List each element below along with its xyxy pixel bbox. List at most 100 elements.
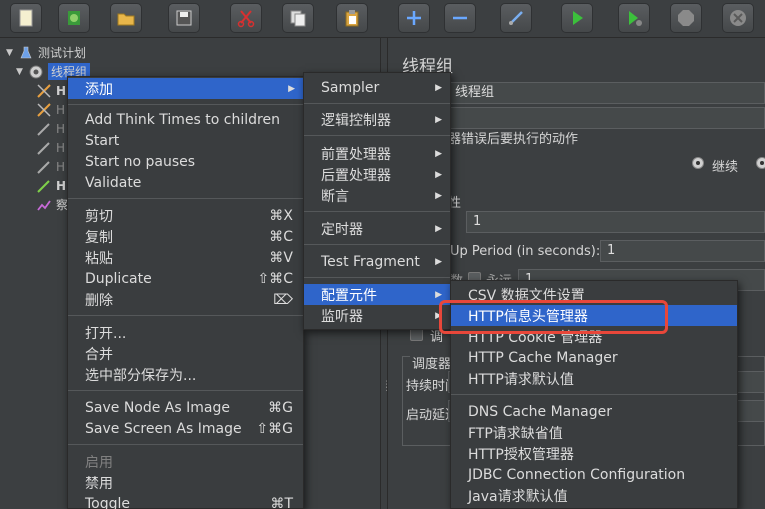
menu-item-label: Test Fragment [321, 253, 420, 270]
menu-item-copy[interactable]: 复制 ⌘C [68, 226, 303, 247]
menu-item-assertions[interactable]: 断言 ▶ [304, 185, 450, 206]
tree-child[interactable]: H [36, 120, 65, 137]
menu-item-delete[interactable]: 删除 ⌦ [68, 289, 303, 310]
menu-item-post-processors[interactable]: 后置处理器 ▶ [304, 164, 450, 185]
separator [68, 444, 303, 445]
menu-item-add[interactable]: 添加 ▶ [68, 78, 303, 99]
menu-item-label: 复制 [85, 229, 113, 246]
open-icon[interactable] [110, 3, 142, 33]
menu-item-label: Start no pauses [85, 153, 196, 170]
menu-item-java-request-defaults[interactable]: Java请求默认值 [451, 485, 737, 506]
continue-radio[interactable] [692, 157, 704, 169]
expand-arrow-icon[interactable]: ▼ [16, 67, 28, 77]
separator [304, 135, 450, 136]
tree-child-label: H [56, 83, 67, 98]
menu-item-timer[interactable]: 定时器 ▶ [304, 218, 450, 239]
menu-item-listener[interactable]: 监听器 ▶ [304, 305, 450, 326]
shutdown-icon[interactable] [722, 3, 754, 33]
pipette-icon [36, 121, 52, 137]
menu-item-ftp-request-defaults[interactable]: FTP请求缺省值 [451, 422, 737, 443]
tree-child[interactable]: 察 [36, 196, 68, 213]
context-menu: 添加 ▶ Add Think Times to children Start S… [67, 76, 304, 509]
copy-icon[interactable] [282, 3, 314, 33]
separator [68, 104, 303, 105]
toolbar [0, 0, 765, 38]
tree-child[interactable]: H [36, 82, 66, 99]
separator [68, 390, 303, 391]
collapse-icon[interactable] [444, 3, 476, 33]
menu-item-jdbc-connection-config[interactable]: JDBC Connection Configuration [451, 464, 737, 485]
menu-item-label: HTTP信息头管理器 [468, 308, 588, 325]
menu-item-label: 选中部分保存为... [85, 367, 197, 384]
rampup-input[interactable]: 1 [600, 240, 765, 262]
menu-item-http-header-manager[interactable]: HTTP信息头管理器 [451, 305, 737, 326]
menu-item-dns-cache-manager[interactable]: DNS Cache Manager [451, 401, 737, 422]
separator [68, 198, 303, 199]
menu-item-add-think-times[interactable]: Add Think Times to children [68, 109, 303, 130]
menu-item-paste[interactable]: 粘贴 ⌘V [68, 247, 303, 268]
menu-item-csv-data-set[interactable]: CSV 数据文件设置 [451, 284, 737, 305]
menu-item-test-fragment[interactable]: Test Fragment ▶ [304, 251, 450, 272]
next-radio[interactable] [756, 157, 765, 169]
menu-item-label: DNS Cache Manager [468, 403, 612, 420]
menu-item-http-request-defaults[interactable]: HTTP请求默认值 [451, 368, 737, 389]
shortcut: ⇧⌘G [256, 420, 293, 437]
tree-child[interactable]: H [36, 158, 65, 175]
menu-item-cut[interactable]: 剪切 ⌘X [68, 205, 303, 226]
menu-item-logic-controller[interactable]: 逻辑控制器 ▶ [304, 109, 450, 130]
menu-item-save-selection[interactable]: 选中部分保存为... [68, 364, 303, 385]
name-field[interactable]: 线程组 [448, 82, 765, 104]
menu-item-open[interactable]: 打开... [68, 322, 303, 343]
start-no-pause-icon[interactable] [618, 3, 650, 33]
tree-child[interactable]: H [36, 139, 65, 156]
menu-item-label: HTTP授权管理器 [468, 446, 574, 463]
menu-item-start[interactable]: Start [68, 130, 303, 151]
paste-icon[interactable] [336, 3, 368, 33]
menu-item-save-screen-image[interactable]: Save Screen As Image ⇧⌘G [68, 418, 303, 439]
tree-root-label: 测试计划 [38, 46, 87, 60]
threads-input[interactable]: 1 [466, 211, 765, 233]
menu-item-disable[interactable]: 禁用 [68, 472, 303, 493]
menu-item-label: 定时器 [321, 221, 363, 238]
expand-icon[interactable] [398, 3, 430, 33]
menu-item-config-element[interactable]: 配置元件 ▶ [304, 284, 450, 305]
menu-item-http-auth-manager[interactable]: HTTP授权管理器 [451, 443, 737, 464]
shortcut: ⌦ [273, 291, 293, 308]
menu-item-label: FTP请求缺省值 [468, 425, 563, 442]
menu-item-sampler[interactable]: Sampler ▶ [304, 77, 450, 98]
tree-child-label: H [56, 140, 66, 155]
tree-root[interactable]: ▼ 测试计划 [6, 44, 86, 61]
separator [451, 394, 737, 395]
menu-item-label: Validate [85, 174, 142, 191]
submenu-arrow-icon: ▶ [435, 169, 442, 180]
menu-item-http-cookie-manager[interactable]: HTTP Cookie 管理器 [451, 326, 737, 347]
separator [304, 103, 450, 104]
expand-arrow-icon[interactable]: ▼ [6, 48, 18, 58]
menu-item-label: 禁用 [85, 475, 113, 492]
menu-item-pre-processors[interactable]: 前置处理器 ▶ [304, 143, 450, 164]
templates-icon[interactable] [58, 3, 90, 33]
start-icon[interactable] [561, 3, 593, 33]
menu-item-label: Java请求默认值 [468, 488, 568, 505]
save-icon[interactable] [168, 3, 200, 33]
menu-item-http-cache-manager[interactable]: HTTP Cache Manager [451, 347, 737, 368]
comments-field[interactable] [448, 107, 765, 129]
menu-item-validate[interactable]: Validate [68, 172, 303, 193]
stop-icon[interactable] [670, 3, 702, 33]
menu-item-duplicate[interactable]: Duplicate ⇧⌘C [68, 268, 303, 289]
menu-item-start-no-pauses[interactable]: Start no pauses [68, 151, 303, 172]
config-element-submenu: CSV 数据文件设置 HTTP信息头管理器 HTTP Cookie 管理器 HT… [450, 280, 738, 509]
menu-item-toggle[interactable]: Toggle ⌘T [68, 493, 303, 509]
submenu-arrow-icon: ▶ [435, 223, 442, 234]
cut-icon[interactable] [230, 3, 262, 33]
menu-item-label: HTTP Cookie 管理器 [468, 329, 603, 346]
menu-item-merge[interactable]: 合并 [68, 343, 303, 364]
menu-item-label: 启用 [85, 454, 113, 471]
shortcut: ⌘X [269, 207, 293, 224]
toggle-icon[interactable] [500, 3, 532, 33]
tree-child[interactable]: H [36, 101, 65, 118]
tree-child[interactable]: H [36, 177, 66, 194]
shortcut: ⇧⌘C [257, 270, 293, 287]
new-icon[interactable] [10, 3, 42, 33]
menu-item-save-node-image[interactable]: Save Node As Image ⌘G [68, 397, 303, 418]
